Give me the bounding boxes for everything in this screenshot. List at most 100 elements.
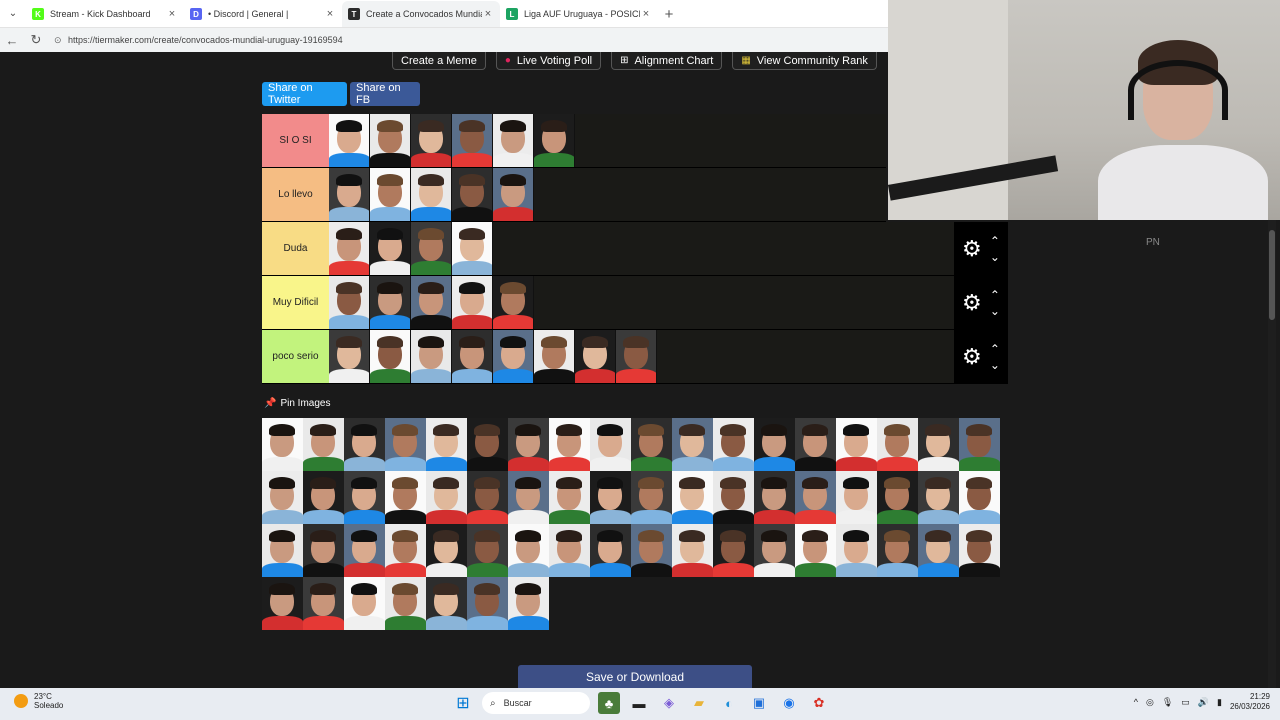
weather-widget[interactable]: 23°C Soleado <box>14 692 63 710</box>
player-image[interactable] <box>590 524 631 577</box>
player-image[interactable] <box>508 577 549 630</box>
player-image[interactable] <box>452 222 493 275</box>
pin-images-toggle[interactable]: 📌 Pin Images <box>264 398 330 409</box>
player-image[interactable] <box>754 524 795 577</box>
player-image[interactable] <box>411 114 452 167</box>
player-image[interactable] <box>877 418 918 471</box>
player-image[interactable] <box>467 471 508 524</box>
browser-tab[interactable]: D • Discord | General | × <box>184 1 342 27</box>
player-image[interactable] <box>754 418 795 471</box>
player-image[interactable] <box>836 418 877 471</box>
player-image[interactable] <box>836 524 877 577</box>
player-image[interactable] <box>426 418 467 471</box>
mic-icon[interactable]: 🎙 <box>1162 697 1173 708</box>
player-image[interactable] <box>426 471 467 524</box>
player-image[interactable] <box>631 471 672 524</box>
player-image[interactable] <box>549 418 590 471</box>
player-image[interactable] <box>262 524 303 577</box>
player-image[interactable] <box>385 524 426 577</box>
player-image[interactable] <box>795 524 836 577</box>
player-image[interactable] <box>590 471 631 524</box>
chevron-up-icon[interactable]: ⌃ <box>990 233 1000 249</box>
player-image[interactable] <box>344 418 385 471</box>
player-image[interactable] <box>370 168 411 221</box>
player-image[interactable] <box>508 418 549 471</box>
player-image[interactable] <box>616 330 657 383</box>
player-image[interactable] <box>385 471 426 524</box>
player-image[interactable] <box>370 114 411 167</box>
live-voting-button[interactable]: ● Live Voting Poll <box>495 52 602 70</box>
save-download-button[interactable]: Save or Download <box>518 665 752 688</box>
player-image[interactable] <box>959 471 1000 524</box>
gear-icon[interactable]: ⚙ <box>962 290 982 316</box>
taskbar-search[interactable]: ⌕ Buscar <box>482 692 590 714</box>
chrome-icon[interactable]: ◉ <box>778 692 800 714</box>
new-tab-icon[interactable]: + <box>658 1 680 27</box>
player-image[interactable] <box>795 418 836 471</box>
back-icon[interactable]: ← <box>0 33 24 48</box>
player-image[interactable] <box>877 471 918 524</box>
player-image[interactable] <box>411 330 452 383</box>
player-image[interactable] <box>262 471 303 524</box>
tier-label[interactable]: poco serio <box>262 330 329 383</box>
player-image[interactable] <box>329 276 370 329</box>
player-image[interactable] <box>452 168 493 221</box>
player-image[interactable] <box>411 222 452 275</box>
player-image[interactable] <box>836 471 877 524</box>
tray-app-icon[interactable]: ◎ <box>1146 697 1154 708</box>
chevron-down-icon[interactable]: ⌄ <box>990 303 1000 319</box>
player-image[interactable] <box>754 471 795 524</box>
player-image[interactable] <box>493 330 534 383</box>
file-explorer-icon[interactable]: ▰ <box>688 692 710 714</box>
gear-icon[interactable]: ⚙ <box>962 344 982 370</box>
player-image[interactable] <box>262 418 303 471</box>
player-image[interactable] <box>672 524 713 577</box>
browser-tab[interactable]: T Create a Convocados Mundial Uru× <box>342 1 500 27</box>
player-image[interactable] <box>303 471 344 524</box>
player-image[interactable] <box>549 524 590 577</box>
tier-label[interactable]: Muy Dificil <box>262 276 329 329</box>
player-image[interactable] <box>370 276 411 329</box>
scrollbar-thumb[interactable] <box>1269 230 1275 320</box>
player-image[interactable] <box>508 524 549 577</box>
player-image[interactable] <box>918 471 959 524</box>
player-image[interactable] <box>493 114 534 167</box>
browser-tab[interactable]: L Liga AUF Uruguaya - POSICIONES× <box>500 1 658 27</box>
player-image[interactable] <box>452 114 493 167</box>
tier-label[interactable]: Lo llevo <box>262 168 329 221</box>
share-fb-button[interactable]: Share on FB <box>350 82 420 106</box>
community-rank-button[interactable]: ▦ View Community Rank <box>732 52 877 70</box>
edge-icon[interactable]: ◐ <box>718 692 740 714</box>
url-field[interactable]: ⊙ https://tiermaker.com/create/convocado… <box>54 31 888 49</box>
chevron-down-icon[interactable]: ⌄ <box>990 249 1000 265</box>
player-image[interactable] <box>411 168 452 221</box>
share-twitter-button[interactable]: Share on Twitter <box>262 82 347 106</box>
player-image[interactable] <box>493 168 534 221</box>
player-image[interactable] <box>329 114 370 167</box>
tab-close-icon[interactable]: × <box>324 8 336 20</box>
alignment-chart-button[interactable]: ⊞ Alignment Chart <box>611 52 723 70</box>
copilot-icon[interactable]: ◈ <box>658 692 680 714</box>
player-image[interactable] <box>329 168 370 221</box>
player-image[interactable] <box>344 577 385 630</box>
player-image[interactable] <box>385 418 426 471</box>
player-image[interactable] <box>329 330 370 383</box>
network-icon[interactable]: ▭ <box>1181 697 1190 708</box>
player-image[interactable] <box>467 418 508 471</box>
tier-label[interactable]: SI O SI <box>262 114 329 167</box>
player-image[interactable] <box>918 524 959 577</box>
player-image[interactable] <box>344 524 385 577</box>
player-image[interactable] <box>411 276 452 329</box>
player-image[interactable] <box>713 524 754 577</box>
player-image[interactable] <box>959 418 1000 471</box>
windows-start-icon[interactable]: ⊞ <box>452 692 474 714</box>
battery-icon[interactable]: ▮ <box>1217 697 1222 708</box>
app-red-icon[interactable]: ✿ <box>808 692 830 714</box>
player-image[interactable] <box>534 114 575 167</box>
gear-icon[interactable]: ⚙ <box>962 236 982 262</box>
player-image[interactable] <box>370 222 411 275</box>
player-image[interactable] <box>385 577 426 630</box>
browser-tab[interactable]: K Stream - Kick Dashboard × <box>26 1 184 27</box>
player-image[interactable] <box>344 471 385 524</box>
chevron-down-icon[interactable]: ⌄ <box>990 357 1000 373</box>
